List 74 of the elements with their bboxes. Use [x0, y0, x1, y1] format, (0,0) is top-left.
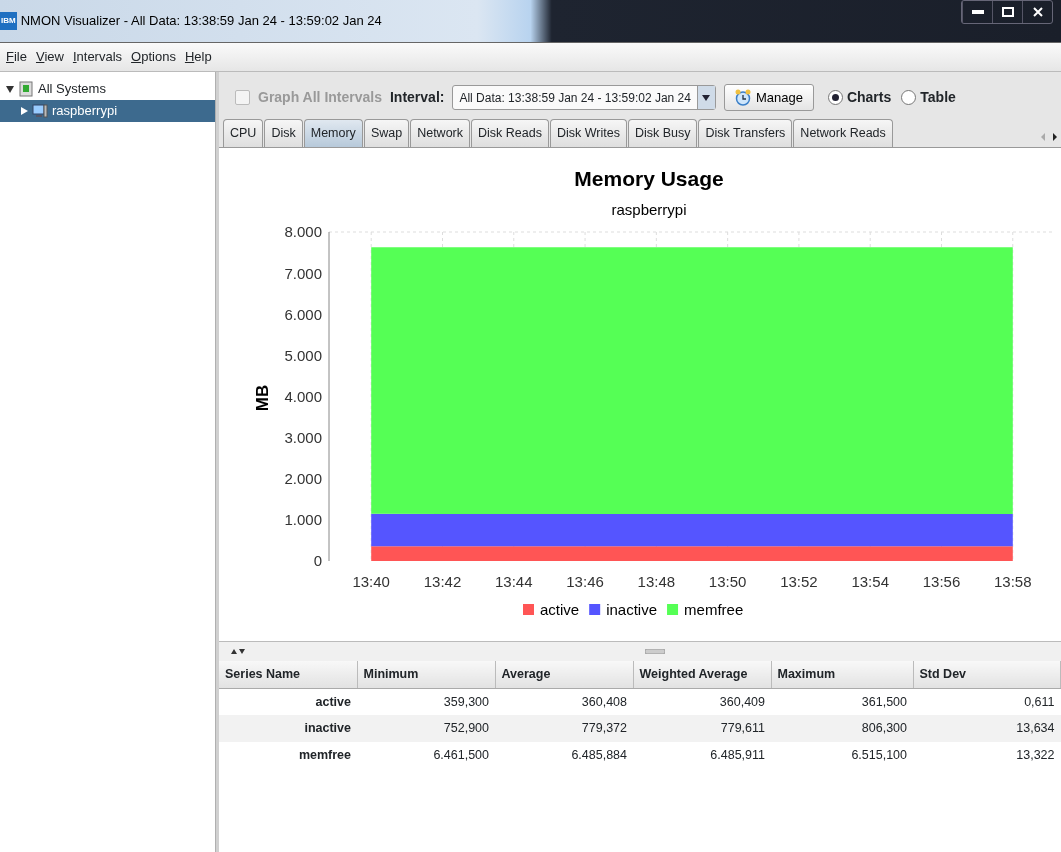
column-header[interactable]: Maximum — [771, 660, 913, 688]
table-cell: memfree — [219, 742, 357, 769]
interval-label: Interval: — [389, 88, 445, 107]
tab[interactable]: Network — [410, 119, 470, 147]
legend-label: inactive — [606, 600, 658, 618]
table-cell: 360,409 — [633, 688, 771, 716]
chart-title: Memory Usage — [574, 166, 724, 190]
table-cell: 6.461,500 — [357, 742, 495, 769]
tab[interactable]: Disk Writes — [549, 119, 627, 147]
table-cell: 359,300 — [357, 688, 495, 716]
tree-item[interactable]: raspberrypi — [0, 100, 215, 122]
radio-label[interactable]: Charts — [846, 87, 892, 108]
tab[interactable]: Disk Reads — [471, 119, 549, 147]
table-cell: 361,500 — [771, 688, 913, 716]
radio-label[interactable]: Table — [920, 87, 956, 108]
axis-label: MB — [253, 384, 272, 411]
column-header[interactable]: Weighted Average — [633, 660, 771, 688]
interval-dropdown[interactable]: All Data: 13:38:59 Jan 24 - 13:59:02 Jan 24 — [452, 85, 716, 110]
menu-item[interactable]: Intervals — [72, 47, 123, 67]
x-tick-label: 13:46 — [566, 572, 604, 590]
table-cell: inactive — [219, 715, 357, 742]
x-tick-label: 13:54 — [851, 572, 889, 590]
tab[interactable]: Network Reads — [793, 119, 893, 147]
menu-item[interactable]: Options — [131, 47, 176, 67]
chart-subtitle: raspberrypi — [611, 200, 687, 218]
table-cell: 13,322 — [913, 742, 1061, 769]
legend-label: active — [540, 600, 580, 618]
tab[interactable]: Disk Transfers — [698, 119, 793, 147]
menu-item[interactable]: Help — [184, 47, 212, 67]
tab[interactable]: Memory — [303, 119, 363, 147]
table-cell: active — [219, 688, 357, 716]
menu-item[interactable]: View — [35, 47, 64, 67]
column-header[interactable]: Std Dev — [913, 660, 1061, 688]
x-tick-label: 13:56 — [922, 572, 961, 590]
column-header[interactable]: Minimum — [357, 660, 495, 688]
tab[interactable]: Disk — [264, 119, 303, 147]
checkbox-label: Graph All Intervals — [258, 88, 382, 107]
x-tick-label: 13:44 — [495, 572, 533, 590]
x-tick-label: 13:42 — [423, 572, 462, 590]
y-tick-label: 7.000 — [284, 264, 322, 282]
column-header[interactable]: Average — [495, 660, 633, 688]
table-cell: 806,300 — [771, 715, 913, 742]
y-tick-label: 0 — [313, 552, 322, 570]
y-tick-label: 1.000 — [284, 511, 322, 529]
table-cell: 779,372 — [495, 715, 633, 742]
y-tick-label: 5.000 — [284, 346, 322, 364]
y-tick-label: 6.000 — [284, 305, 322, 323]
y-tick-label: 2.000 — [284, 469, 322, 487]
column-header[interactable]: Series Name — [219, 660, 357, 688]
table-cell: 752,900 — [357, 715, 495, 742]
table-cell: 6.485,911 — [633, 742, 771, 769]
x-tick-label: 13:50 — [708, 572, 747, 590]
table-cell: 0,611 — [913, 688, 1061, 716]
y-tick-label: 8.000 — [284, 223, 322, 241]
menu-item[interactable]: File — [6, 47, 27, 67]
tree-item[interactable]: All Systems — [0, 78, 215, 100]
x-tick-label: 13:48 — [637, 572, 676, 590]
manage-button[interactable]: Manage — [723, 84, 814, 111]
window-title: NMON Visualizer - All Data: 13:38:59 Jan 24 - 13:59:02 Jan 24 — [20, 12, 382, 31]
y-tick-label: 3.000 — [284, 428, 322, 446]
table-cell: 6.485,884 — [495, 742, 633, 769]
tab[interactable]: Swap — [363, 119, 410, 147]
table-cell: 360,408 — [495, 688, 633, 716]
x-tick-label: 13:40 — [352, 572, 390, 590]
tab[interactable]: CPU — [223, 119, 264, 147]
x-tick-label: 13:52 — [780, 572, 818, 590]
tab[interactable]: Disk Busy — [627, 119, 698, 147]
table-cell: 13,634 — [913, 715, 1061, 742]
x-tick-label: 13:58 — [994, 572, 1032, 590]
y-tick-label: 4.000 — [284, 387, 322, 405]
app-logo: IBM — [0, 12, 17, 30]
table-cell: 779,611 — [633, 715, 771, 742]
table-cell: 6.515,100 — [771, 742, 913, 769]
legend-label: memfree — [684, 600, 744, 618]
